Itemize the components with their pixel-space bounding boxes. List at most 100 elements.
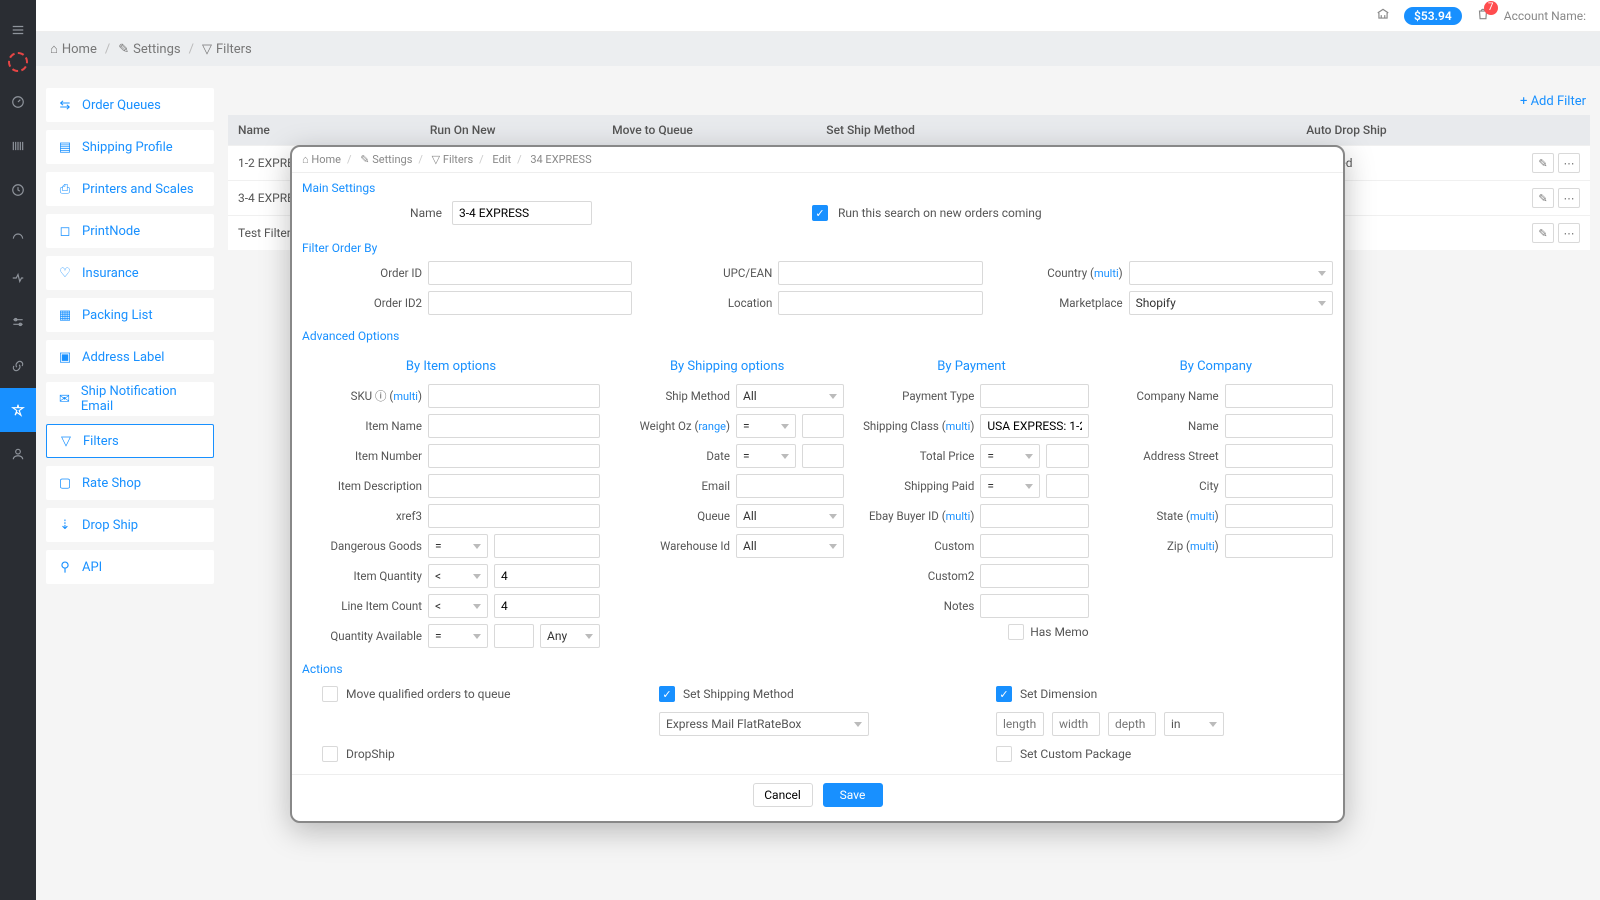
ebay-multi-link[interactable]: multi [946,510,971,523]
custom-input[interactable] [980,534,1088,558]
queue-label: Queue [610,509,730,523]
company-name-label: Company Name [1099,389,1219,403]
sku-multi-link[interactable]: multi [393,390,418,403]
line-count-input[interactable] [494,594,600,618]
warehouse-label: Warehouse Id [610,539,730,553]
dropship-label: DropShip [346,747,395,761]
upc-label: UPC/EAN [652,266,772,280]
qty-avail-input[interactable] [494,624,534,648]
mcrumb-home[interactable]: Home [311,153,341,166]
country-label: Country (multi) [1003,266,1123,280]
run-search-checkbox[interactable] [812,205,828,221]
qty-avail-label: Quantity Available [302,629,422,643]
weight-op-select[interactable]: = [736,414,796,438]
ship-method-label: Ship Method [610,389,730,403]
qty-avail-op-select[interactable]: = [428,624,488,648]
by-payment-heading: By Payment [854,349,1088,384]
item-qty-input[interactable] [494,564,600,588]
has-memo-checkbox[interactable] [1008,624,1024,640]
weight-input[interactable] [802,414,844,438]
email-label: Email [610,479,730,493]
weight-range-link[interactable]: range [698,420,726,433]
set-ship-method-label: Set Shipping Method [683,687,794,701]
shipping-paid-input[interactable] [1046,474,1088,498]
mcrumb-filters[interactable]: Filters [443,153,473,166]
mcrumb-current: 34 EXPRESS [530,153,591,166]
city-input[interactable] [1225,474,1333,498]
total-op-select[interactable]: = [980,444,1040,468]
ship-method-select[interactable]: All [736,384,844,408]
state-multi-link[interactable]: multi [1190,510,1215,523]
company-name-input[interactable] [1225,384,1333,408]
total-price-input[interactable] [1046,444,1088,468]
dangerous-input[interactable] [494,534,600,558]
dangerous-op-select[interactable]: = [428,534,488,558]
item-qty-op-select[interactable]: < [428,564,488,588]
order-id-input[interactable] [428,261,632,285]
notes-input[interactable] [980,594,1088,618]
order-id2-input[interactable] [428,291,632,315]
queue-select[interactable]: All [736,504,844,528]
dangerous-label: Dangerous Goods [302,539,422,553]
email-input[interactable] [736,474,844,498]
shipping-class-input[interactable] [980,414,1088,438]
sku-label: SKU ⓘ (multi) [302,388,422,404]
modal-footer: Cancel Save [292,774,1343,811]
street-input[interactable] [1225,444,1333,468]
country-select[interactable] [1129,261,1333,285]
item-number-label: Item Number [302,449,422,463]
country-multi-link[interactable]: multi [1094,267,1119,280]
dim-length-input[interactable] [996,712,1044,736]
sku-input[interactable] [428,384,600,408]
custom2-input[interactable] [980,564,1088,588]
warehouse-select[interactable]: All [736,534,844,558]
zip-input[interactable] [1225,534,1333,558]
set-dimension-label: Set Dimension [1020,687,1097,701]
sclass-multi-link[interactable]: multi [946,420,971,433]
marketplace-select[interactable]: Shopify [1129,291,1333,315]
upc-input[interactable] [778,261,982,285]
zip-multi-link[interactable]: multi [1190,540,1215,553]
item-number-input[interactable] [428,444,600,468]
spaid-op-select[interactable]: = [980,474,1040,498]
mcrumb-settings[interactable]: Settings [372,153,412,166]
main-settings-heading: Main Settings [302,173,1333,201]
mcrumb-edit[interactable]: Edit [492,153,511,166]
notes-label: Notes [854,599,974,613]
location-input[interactable] [778,291,982,315]
date-input[interactable] [802,444,844,468]
xref3-label: xref3 [302,509,422,523]
marketplace-label: Marketplace [1003,296,1123,310]
dim-depth-input[interactable] [1108,712,1156,736]
name2-input[interactable] [1225,414,1333,438]
shipping-paid-label: Shipping Paid [854,479,974,493]
ebay-input[interactable] [980,504,1088,528]
dim-unit-select[interactable]: in [1164,712,1224,736]
ship-method-action-select[interactable]: Express Mail FlatRateBox [659,712,869,736]
save-button[interactable]: Save [823,783,883,807]
payment-type-label: Payment Type [854,389,974,403]
cancel-button[interactable]: Cancel [753,783,813,807]
dropship-checkbox[interactable] [322,746,338,762]
by-company-heading: By Company [1099,349,1333,384]
line-count-op-select[interactable]: < [428,594,488,618]
set-custom-package-checkbox[interactable] [996,746,1012,762]
order-id-label: Order ID [302,266,422,280]
set-dimension-checkbox[interactable] [996,686,1012,702]
state-input[interactable] [1225,504,1333,528]
set-ship-method-checkbox[interactable] [659,686,675,702]
qty-avail-any-select[interactable]: Any [540,624,600,648]
filter-name-input[interactable] [452,201,592,225]
item-name-input[interactable] [428,414,600,438]
dim-width-input[interactable] [1052,712,1100,736]
move-orders-checkbox[interactable] [322,686,338,702]
item-desc-input[interactable] [428,474,600,498]
zip-label: Zip (multi) [1099,539,1219,553]
set-custom-package-label: Set Custom Package [1020,747,1131,761]
item-desc-label: Item Description [302,479,422,493]
payment-type-input[interactable] [980,384,1088,408]
date-op-select[interactable]: = [736,444,796,468]
order-id2-label: Order ID2 [302,296,422,310]
by-shipping-heading: By Shipping options [610,349,844,384]
xref3-input[interactable] [428,504,600,528]
